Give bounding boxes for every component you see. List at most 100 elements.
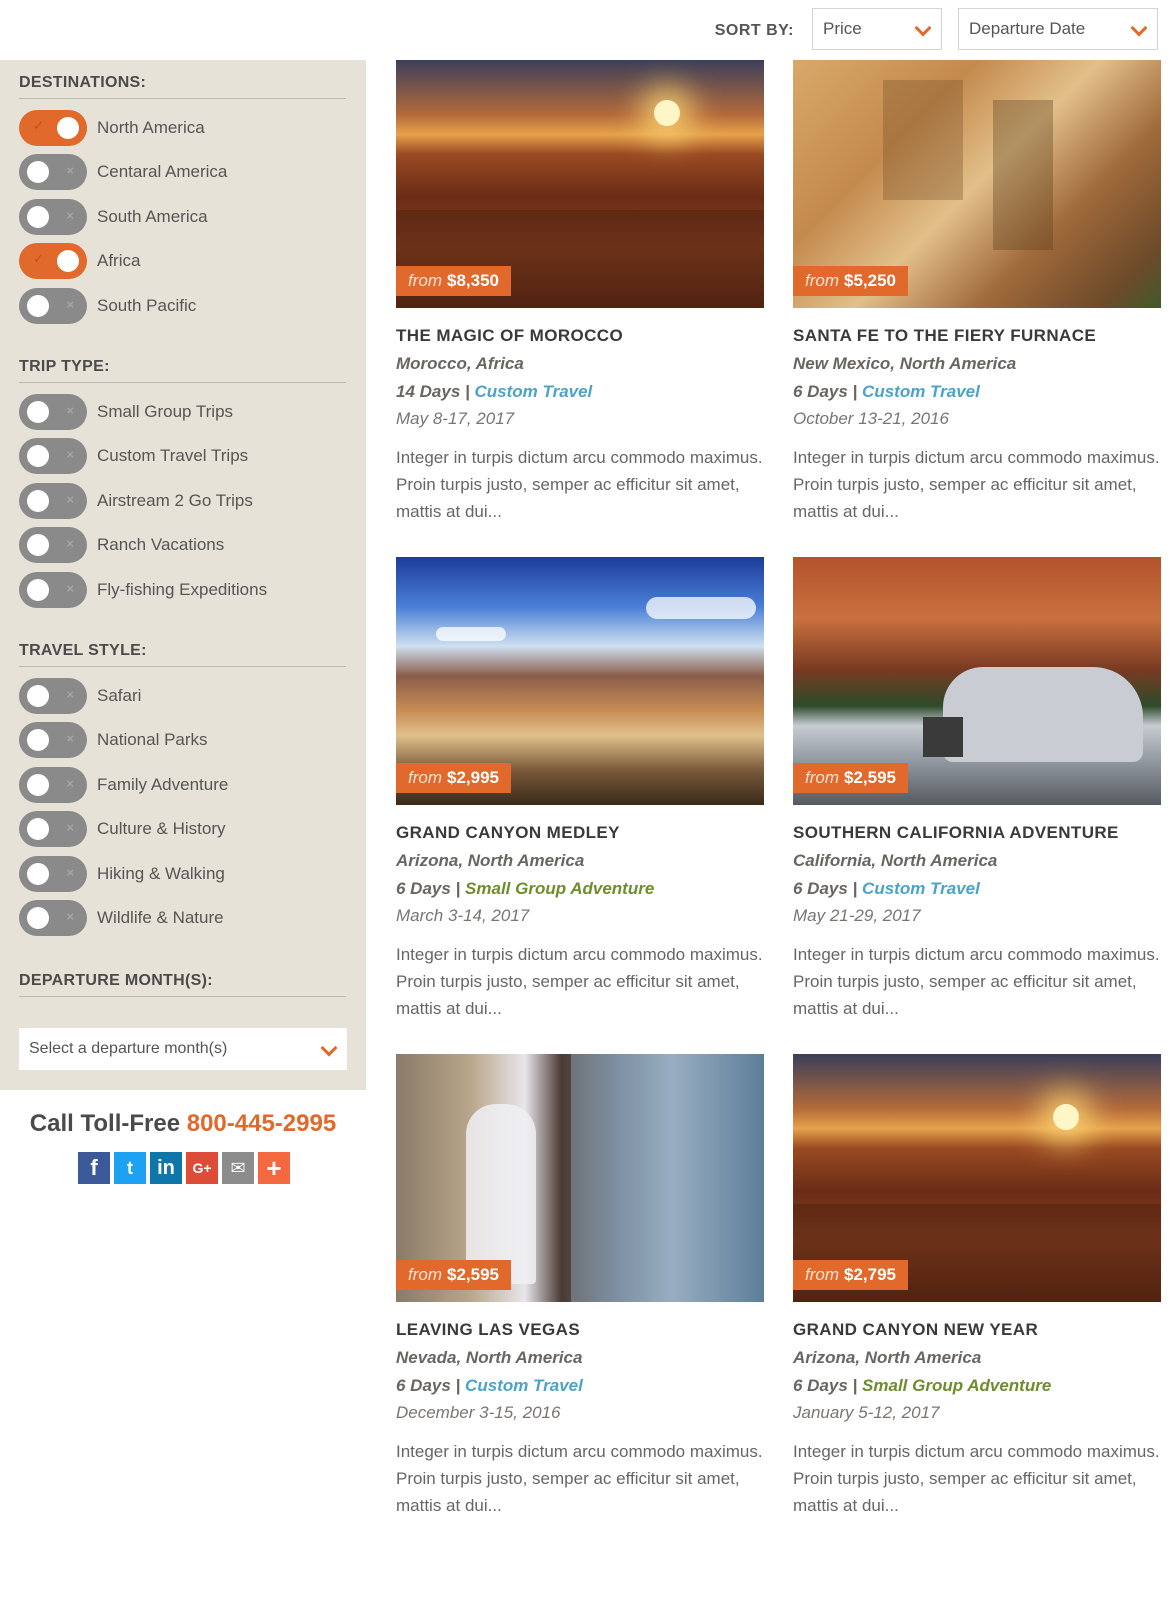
filter-label: Hiking & Walking	[97, 864, 225, 883]
sort-bar: SORT BY: Price Departure Date	[715, 8, 1158, 50]
trip-card[interactable]: from $2,995 GRAND CANYON MEDLEY Arizona, …	[396, 557, 764, 1022]
filter-item-culture-history[interactable]: × Culture & History	[19, 810, 225, 848]
toggle-switch[interactable]: ×	[19, 199, 87, 235]
filter-label: Small Group Trips	[97, 402, 234, 421]
toggle-switch[interactable]: ×	[19, 572, 87, 608]
filter-label: Wildlife & Nature	[97, 908, 224, 927]
departure-heading: DEPARTURE MONTH(S):	[19, 972, 346, 997]
trip-location: California, North America	[793, 851, 998, 870]
trip-title[interactable]: SANTA FE TO THE FIERY FURNACE	[793, 326, 1161, 346]
filter-item-small-group[interactable]: × Small Group Trips	[19, 393, 233, 431]
linkedin-icon[interactable]: in	[150, 1152, 182, 1184]
filter-label: South America	[97, 207, 208, 226]
trip-type-link[interactable]: Custom Travel	[465, 1376, 583, 1395]
filter-item-south-america[interactable]: × South America	[19, 198, 208, 236]
toggle-switch[interactable]: ×	[19, 678, 87, 714]
toggle-switch[interactable]: ✓	[19, 243, 87, 279]
filter-label: Airstream 2 Go Trips	[97, 491, 253, 510]
toggle-switch[interactable]: ×	[19, 154, 87, 190]
trip-title[interactable]: SOUTHERN CALIFORNIA ADVENTURE	[793, 823, 1161, 843]
price-badge: from $2,595	[793, 763, 908, 793]
filter-item-fly-fishing[interactable]: × Fly-fishing Expeditions	[19, 571, 267, 609]
google-plus-icon[interactable]: G+	[186, 1152, 218, 1184]
filter-item-wildlife-nature[interactable]: × Wildlife & Nature	[19, 899, 224, 937]
trip-dates: May 21-29, 2017	[793, 906, 921, 925]
toggle-switch[interactable]: ×	[19, 394, 87, 430]
trip-type-link[interactable]: Custom Travel	[862, 382, 980, 401]
sort-price-select[interactable]: Price	[812, 8, 942, 50]
filter-label: Family Adventure	[97, 775, 229, 794]
filter-label: Fly-fishing Expeditions	[97, 580, 268, 599]
travel-style-list: × Safari × National Parks × Family Adven…	[19, 677, 346, 952]
trip-title[interactable]: GRAND CANYON NEW YEAR	[793, 1320, 1161, 1340]
trip-card[interactable]: from $5,250 SANTA FE TO THE FIERY FURNACE…	[793, 60, 1161, 525]
toggle-switch[interactable]: ×	[19, 811, 87, 847]
toggle-switch[interactable]: ×	[19, 856, 87, 892]
x-icon: ×	[66, 731, 74, 746]
trip-title[interactable]: THE MAGIC OF MOROCCO	[396, 326, 764, 346]
twitter-icon[interactable]: t	[114, 1152, 146, 1184]
toggle-switch[interactable]: ✓	[19, 110, 87, 146]
trip-image[interactable]: from $2,995	[396, 557, 764, 805]
toggle-switch[interactable]: ×	[19, 483, 87, 519]
departure-month-select[interactable]: Select a departure month(s)	[19, 1028, 347, 1070]
price-badge: from $2,595	[396, 1260, 511, 1290]
filter-item-family-adventure[interactable]: × Family Adventure	[19, 766, 228, 804]
filter-item-africa[interactable]: ✓ Africa	[19, 242, 140, 280]
toggle-switch[interactable]: ×	[19, 527, 87, 563]
filter-item-north-america[interactable]: ✓ North America	[19, 109, 205, 147]
trip-image[interactable]: from $8,350	[396, 60, 764, 308]
trip-image[interactable]: from $2,795	[793, 1054, 1161, 1302]
phone-number-link[interactable]: 800-445-2995	[187, 1110, 336, 1137]
toggle-switch[interactable]: ×	[19, 767, 87, 803]
trip-description: Integer in turpis dictum arcu commodo ma…	[793, 945, 1160, 1018]
filter-item-south-pacific[interactable]: × South Pacific	[19, 287, 196, 325]
trip-type-link[interactable]: Custom Travel	[862, 879, 980, 898]
trip-type-link[interactable]: Custom Travel	[475, 382, 593, 401]
trip-card[interactable]: from $2,595 SOUTHERN CALIFORNIA ADVENTURE…	[793, 557, 1161, 1022]
trip-type-link[interactable]: Small Group Adventure	[862, 1376, 1051, 1395]
trip-type-link[interactable]: Small Group Adventure	[465, 879, 654, 898]
sort-date-value: Departure Date	[969, 19, 1086, 38]
filter-label: North America	[97, 118, 205, 137]
trip-type-section: TRIP TYPE:	[19, 358, 346, 383]
sort-date-select[interactable]: Departure Date	[958, 8, 1158, 50]
filter-item-ranch[interactable]: × Ranch Vacations	[19, 526, 224, 564]
toggle-switch[interactable]: ×	[19, 900, 87, 936]
trip-card[interactable]: from $2,795 GRAND CANYON NEW YEAR Arizona…	[793, 1054, 1161, 1519]
trip-dates: October 13-21, 2016	[793, 409, 949, 428]
trip-duration: 6 Days | Custom Travel	[793, 382, 980, 401]
filter-item-airstream[interactable]: × Airstream 2 Go Trips	[19, 482, 253, 520]
filter-item-central-america[interactable]: × Centaral America	[19, 153, 227, 191]
toggle-switch[interactable]: ×	[19, 438, 87, 474]
x-icon: ×	[66, 820, 74, 835]
departure-section: DEPARTURE MONTH(S):	[19, 972, 346, 997]
trip-description: Integer in turpis dictum arcu commodo ma…	[396, 1442, 763, 1515]
filter-item-safari[interactable]: × Safari	[19, 677, 141, 715]
trip-dates: December 3-15, 2016	[396, 1403, 561, 1422]
trip-image[interactable]: from $2,595	[793, 557, 1161, 805]
toggle-switch[interactable]: ×	[19, 288, 87, 324]
trip-title[interactable]: GRAND CANYON MEDLEY	[396, 823, 764, 843]
trip-image[interactable]: from $5,250	[793, 60, 1161, 308]
facebook-icon[interactable]: f	[78, 1152, 110, 1184]
filter-label: National Parks	[97, 730, 208, 749]
email-icon[interactable]: ✉	[222, 1152, 254, 1184]
trip-description: Integer in turpis dictum arcu commodo ma…	[793, 448, 1160, 521]
trip-title[interactable]: LEAVING LAS VEGAS	[396, 1320, 764, 1340]
share-more-icon[interactable]: +	[258, 1152, 290, 1184]
filter-item-national-parks[interactable]: × National Parks	[19, 721, 208, 759]
trip-card[interactable]: from $8,350 THE MAGIC OF MOROCCO Morocco,…	[396, 60, 764, 525]
trip-duration: 6 Days | Custom Travel	[396, 1376, 583, 1395]
filter-item-hiking-walking[interactable]: × Hiking & Walking	[19, 855, 225, 893]
x-icon: ×	[66, 208, 74, 223]
filter-label: Africa	[97, 251, 141, 270]
trip-duration: 6 Days | Custom Travel	[793, 879, 980, 898]
filter-label: Custom Travel Trips	[97, 446, 249, 465]
trip-description: Integer in turpis dictum arcu commodo ma…	[396, 448, 763, 521]
x-icon: ×	[66, 581, 74, 596]
trip-card[interactable]: from $2,595 LEAVING LAS VEGAS Nevada, Nor…	[396, 1054, 764, 1519]
toggle-switch[interactable]: ×	[19, 722, 87, 758]
filter-item-custom-travel[interactable]: × Custom Travel Trips	[19, 437, 248, 475]
trip-image[interactable]: from $2,595	[396, 1054, 764, 1302]
